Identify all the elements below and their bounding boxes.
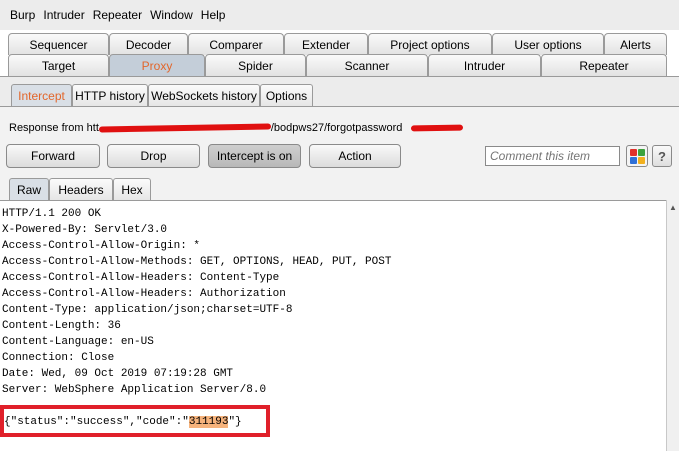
tab-raw[interactable]: Raw — [9, 178, 49, 200]
tab-intercept[interactable]: Intercept — [11, 84, 72, 106]
tab-scanner[interactable]: Scanner — [306, 54, 428, 76]
menu-burp[interactable]: Burp — [6, 8, 39, 22]
action-button[interactable]: Action — [309, 144, 401, 168]
header-line: Content-Type: application/json;charset=U… — [2, 304, 293, 316]
response-from-line: Response from htt/bodpws27/forgotpasswor… — [9, 122, 464, 134]
tab-headers[interactable]: Headers — [49, 178, 113, 200]
header-line: HTTP/1.1 200 OK — [2, 208, 102, 220]
response-path: /bodpws27/forgotpassword — [270, 122, 403, 134]
tab-project-options[interactable]: Project options — [368, 33, 492, 55]
intercept-toggle-button[interactable]: Intercept is on — [208, 144, 301, 168]
menu-window[interactable]: Window — [146, 8, 197, 22]
editor-scrollbar[interactable]: ▲ — [666, 200, 679, 451]
response-body: {"status":"success","code":"311193"} — [4, 415, 242, 429]
tab-comparer[interactable]: Comparer — [188, 33, 284, 55]
header-line: Connection: Close — [2, 352, 115, 364]
header-line: Access-Control-Allow-Methods: GET, OPTIO… — [2, 256, 392, 268]
tab-websockets-history[interactable]: WebSockets history — [148, 84, 260, 106]
tab-hex[interactable]: Hex — [113, 178, 151, 200]
json-suffix: "} — [228, 416, 242, 428]
tab-sequencer[interactable]: Sequencer — [8, 33, 109, 55]
tab-spider[interactable]: Spider — [205, 54, 306, 76]
tab-target[interactable]: Target — [8, 54, 109, 76]
swatch-red — [630, 149, 637, 156]
menu-repeater[interactable]: Repeater — [89, 8, 146, 22]
drop-button[interactable]: Drop — [107, 144, 200, 168]
help-button[interactable]: ? — [652, 145, 672, 167]
header-line: Access-Control-Allow-Headers: Content-Ty… — [2, 272, 280, 284]
header-line: Content-Language: en-US — [2, 336, 154, 348]
tab-options[interactable]: Options — [260, 84, 313, 106]
response-from-label: Response from htt — [9, 122, 99, 134]
menu-intruder[interactable]: Intruder — [39, 8, 88, 22]
header-line: Date: Wed, 09 Oct 2019 07:19:28 GMT — [2, 368, 234, 380]
header-line: Access-Control-Allow-Headers: Authorizat… — [2, 288, 286, 300]
tab-extender[interactable]: Extender — [284, 33, 368, 55]
tab-user-options[interactable]: User options — [492, 33, 604, 55]
swatch-blue — [630, 157, 637, 164]
menu-help[interactable]: Help — [197, 8, 230, 22]
forward-button[interactable]: Forward — [6, 144, 100, 168]
tab-repeater[interactable]: Repeater — [541, 54, 667, 76]
tab-proxy[interactable]: Proxy — [109, 54, 205, 76]
highlight-color-button[interactable] — [626, 145, 648, 167]
swatch-yellow — [638, 157, 645, 164]
header-line: Content-Length: 36 — [2, 320, 121, 332]
scroll-up-icon[interactable]: ▲ — [667, 200, 679, 214]
menu-bar: Burp Intruder Repeater Window Help — [0, 0, 679, 30]
tab-alerts[interactable]: Alerts — [604, 33, 667, 55]
header-line: Server: WebSphere Application Server/8.0 — [2, 384, 267, 396]
tab-decoder[interactable]: Decoder — [109, 33, 188, 55]
code-value: 311193 — [188, 416, 229, 428]
header-line: Access-Control-Allow-Origin: * — [2, 240, 201, 252]
comment-input[interactable] — [485, 146, 620, 166]
redaction-mark — [98, 123, 271, 133]
header-line: X-Powered-By: Servlet/3.0 — [2, 224, 168, 236]
redaction-mark — [411, 124, 464, 132]
swatch-green — [638, 149, 645, 156]
json-prefix: {"status":"success","code":" — [4, 416, 189, 428]
tab-http-history[interactable]: HTTP history — [72, 84, 148, 106]
tab-intruder[interactable]: Intruder — [428, 54, 541, 76]
